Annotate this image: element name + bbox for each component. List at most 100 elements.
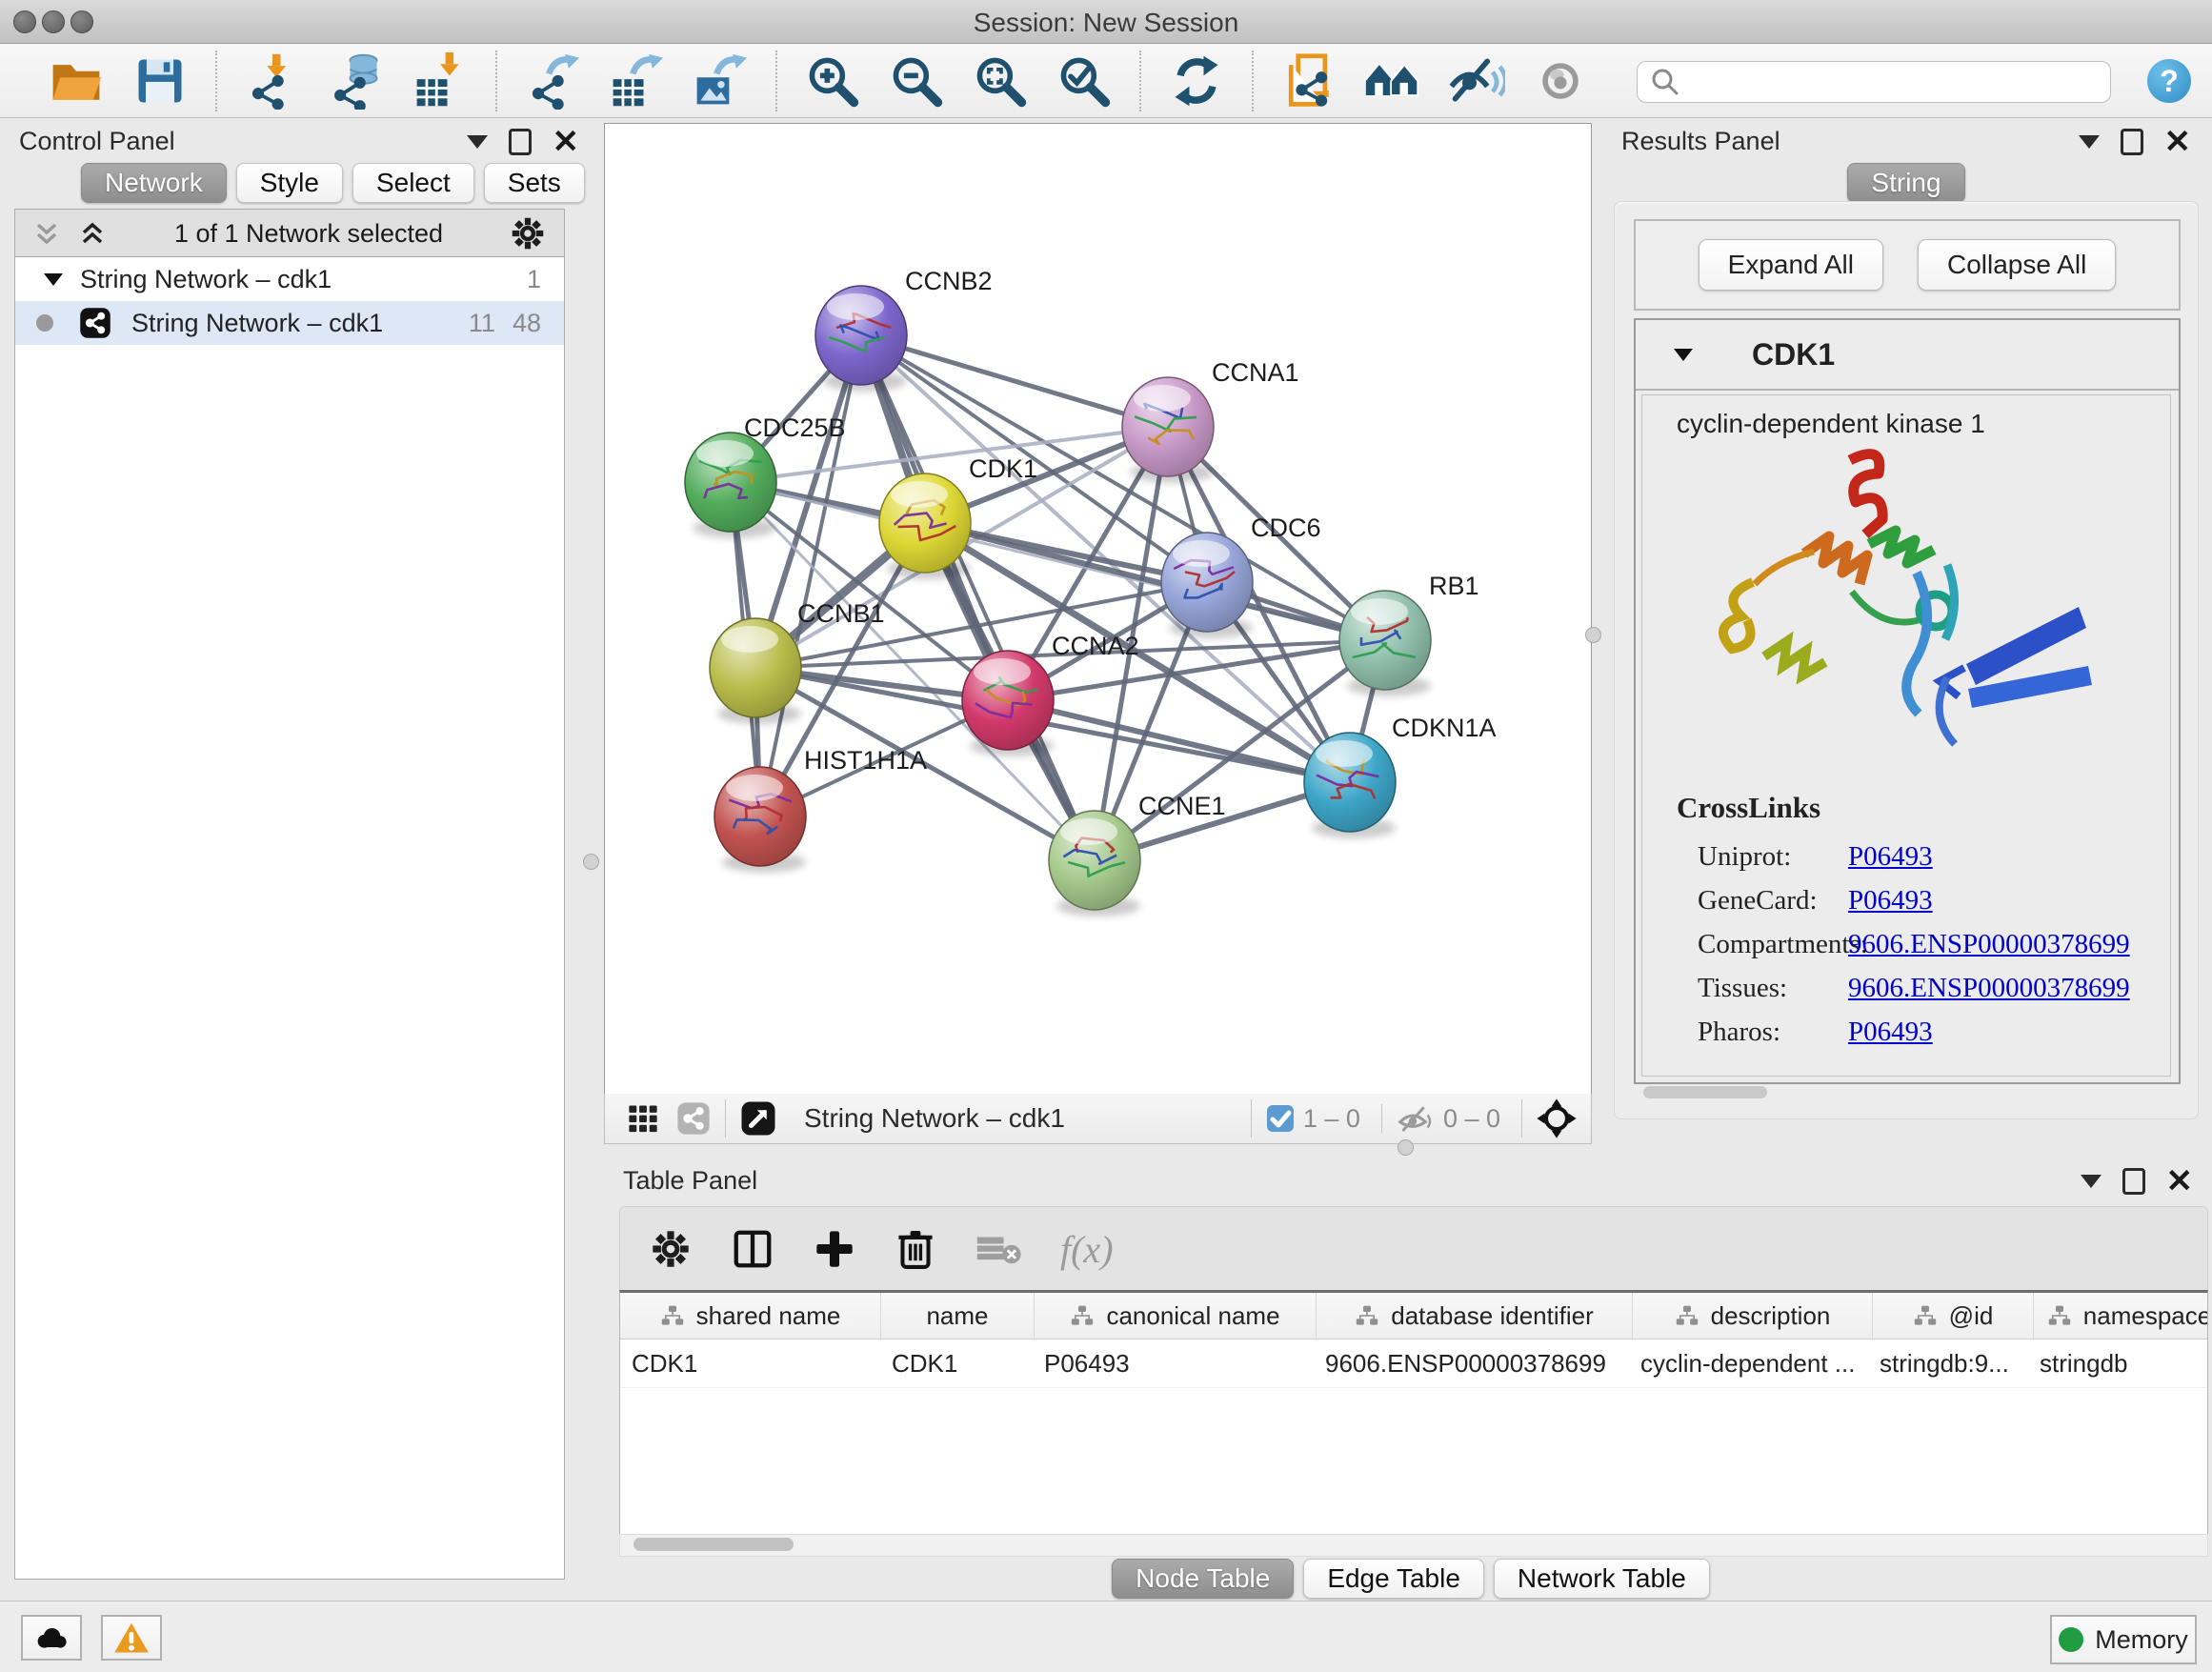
selected-checkbox-icon[interactable] (1265, 1103, 1296, 1134)
table-cell[interactable]: P06493 (1033, 1340, 1314, 1387)
table-settings-gear-icon[interactable] (649, 1227, 693, 1271)
export-network-icon[interactable] (523, 51, 582, 111)
table-cell[interactable]: stringdb:9... (1868, 1340, 2028, 1387)
tree-caret-icon[interactable] (44, 273, 63, 286)
export-table-icon[interactable] (607, 51, 666, 111)
hidden-count: 0 – 0 (1443, 1104, 1500, 1134)
zoom-selected-icon[interactable] (1055, 51, 1114, 111)
status-bar: Memory (0, 1601, 2212, 1672)
zoom-in-icon[interactable] (803, 51, 862, 111)
hide-panels-icon[interactable] (1447, 51, 1506, 111)
column-header-@id[interactable]: @id (1873, 1293, 2034, 1339)
tab-node-table[interactable]: Node Table (1112, 1559, 1294, 1599)
add-column-icon[interactable] (813, 1227, 856, 1271)
crosslink-link[interactable]: 9606.ENSP00000378699 (1848, 929, 2130, 960)
network-edge[interactable] (760, 335, 861, 816)
bottom-splitter-handle[interactable] (1398, 1139, 1414, 1156)
results-panel-menu-icon[interactable] (2079, 135, 2100, 149)
import-network-icon[interactable] (243, 51, 302, 111)
results-scrollbar-thumb[interactable] (1643, 1086, 1767, 1098)
control-panel-menu-icon[interactable] (467, 135, 488, 149)
network-node-HIST1H1A[interactable]: HIST1H1A (714, 746, 927, 873)
network-node-CDKN1A[interactable]: CDKN1A (1304, 714, 1497, 838)
table-cell[interactable]: CDK1 (880, 1340, 1033, 1387)
refresh-icon[interactable] (1167, 51, 1226, 111)
left-splitter-handle[interactable] (583, 854, 599, 870)
right-splitter-handle[interactable] (1585, 627, 1601, 643)
tab-network[interactable]: Network (81, 163, 227, 203)
table-panel-menu-icon[interactable] (2081, 1175, 2101, 1188)
cloud-button[interactable] (21, 1615, 82, 1661)
column-header-canonical-name[interactable]: canonical name (1035, 1293, 1317, 1339)
column-header-database-identifier[interactable]: database identifier (1317, 1293, 1633, 1339)
network-node-RB1[interactable]: RB1 (1339, 572, 1479, 696)
import-table-icon[interactable] (411, 51, 470, 111)
annotations-icon[interactable] (1279, 51, 1338, 111)
table-cell[interactable]: stringdb (2028, 1340, 2208, 1387)
help-icon[interactable]: ? (2147, 59, 2191, 103)
tab-string[interactable]: String (1847, 163, 1964, 203)
network-overview-icon[interactable] (675, 1100, 712, 1137)
crosslink-link[interactable]: P06493 (1848, 1017, 1933, 1048)
gear-icon[interactable] (509, 214, 547, 252)
protein-caret-icon[interactable] (1674, 349, 1693, 361)
collapse-all-button[interactable]: Collapse All (1918, 239, 2116, 291)
control-panel-close-icon[interactable]: ✕ (553, 131, 580, 152)
memory-button[interactable]: Memory (2050, 1615, 2197, 1664)
toolbar-icon-group (34, 50, 1602, 111)
table-scrollbar-thumb[interactable] (633, 1538, 794, 1551)
birdseye-grid-icon[interactable] (626, 1101, 660, 1136)
table-panel-title: Table Panel (623, 1166, 757, 1196)
network-row[interactable]: String Network – cdk1 11 48 (15, 301, 564, 345)
network-node-CCNA1[interactable]: CCNA1 (1122, 358, 1299, 483)
bundled-apps-icon[interactable] (1363, 51, 1422, 111)
protein-header[interactable]: CDK1 (1636, 320, 2179, 391)
column-header-name[interactable]: name (881, 1293, 1035, 1339)
import-database-icon[interactable] (327, 51, 386, 111)
export-image-icon[interactable] (691, 51, 750, 111)
tab-sets[interactable]: Sets (484, 163, 585, 203)
crosslink-row: Compartments:9606.ENSP00000378699 (1677, 922, 2170, 966)
open-in-window-icon[interactable] (739, 1099, 777, 1138)
crosslink-link[interactable]: P06493 (1848, 841, 1933, 873)
column-header-namespace[interactable]: namespace (2034, 1293, 2208, 1339)
crosslink-link[interactable]: 9606.ENSP00000378699 (1848, 973, 2130, 1004)
search-input[interactable] (1689, 67, 2101, 98)
network-node-CCNE1[interactable]: CCNE1 (1049, 792, 1226, 917)
collapse-all-icon[interactable] (30, 217, 63, 250)
tab-style[interactable]: Style (236, 163, 343, 203)
tab-network-table[interactable]: Network Table (1494, 1559, 1710, 1599)
tab-select[interactable]: Select (352, 163, 474, 203)
crosslink-label: Uniprot: (1698, 841, 1840, 873)
table-panel-close-icon[interactable]: ✕ (2166, 1171, 2194, 1192)
expand-all-icon[interactable] (76, 217, 109, 250)
network-edge[interactable] (861, 335, 1168, 427)
column-header-shared-name[interactable]: shared name (620, 1293, 881, 1339)
tab-edge-table[interactable]: Edge Table (1303, 1559, 1484, 1599)
search-box[interactable] (1637, 61, 2111, 103)
results-panel-close-icon[interactable]: ✕ (2164, 131, 2192, 152)
zoom-fit-icon[interactable] (971, 51, 1030, 111)
show-columns-icon[interactable] (731, 1227, 774, 1271)
fit-selected-crosshair-icon[interactable] (1536, 1098, 1578, 1139)
table-cell[interactable]: 9606.ENSP00000378699 (1314, 1340, 1629, 1387)
crosslink-link[interactable]: P06493 (1848, 885, 1933, 917)
table-row[interactable]: CDK1CDK1P064939606.ENSP00000378699cyclin… (620, 1340, 2207, 1388)
table-cell[interactable]: cyclin-dependent ... (1629, 1340, 1868, 1387)
show-panels-icon[interactable] (1531, 51, 1590, 111)
delete-column-trash-icon[interactable] (895, 1227, 936, 1271)
zoom-out-icon[interactable] (887, 51, 946, 111)
network-edge[interactable] (861, 335, 1095, 860)
results-panel-float-icon[interactable] (2121, 129, 2143, 155)
save-session-icon[interactable] (131, 51, 190, 111)
open-session-icon[interactable] (47, 51, 106, 111)
network-canvas[interactable]: CCNB2CCNA1CDC25BCDK1CDC6RB1CCNB1CCNA2CDK… (604, 123, 1592, 1096)
table-cell[interactable]: CDK1 (620, 1340, 880, 1387)
column-header-description[interactable]: description (1633, 1293, 1873, 1339)
control-panel-float-icon[interactable] (509, 129, 532, 155)
table-panel-float-icon[interactable] (2122, 1168, 2145, 1195)
network-collection-row[interactable]: String Network – cdk1 1 (15, 257, 564, 301)
table-scrollbar-track[interactable] (619, 1534, 2208, 1557)
warnings-button[interactable] (101, 1615, 162, 1661)
expand-all-button[interactable]: Expand All (1699, 239, 1883, 291)
